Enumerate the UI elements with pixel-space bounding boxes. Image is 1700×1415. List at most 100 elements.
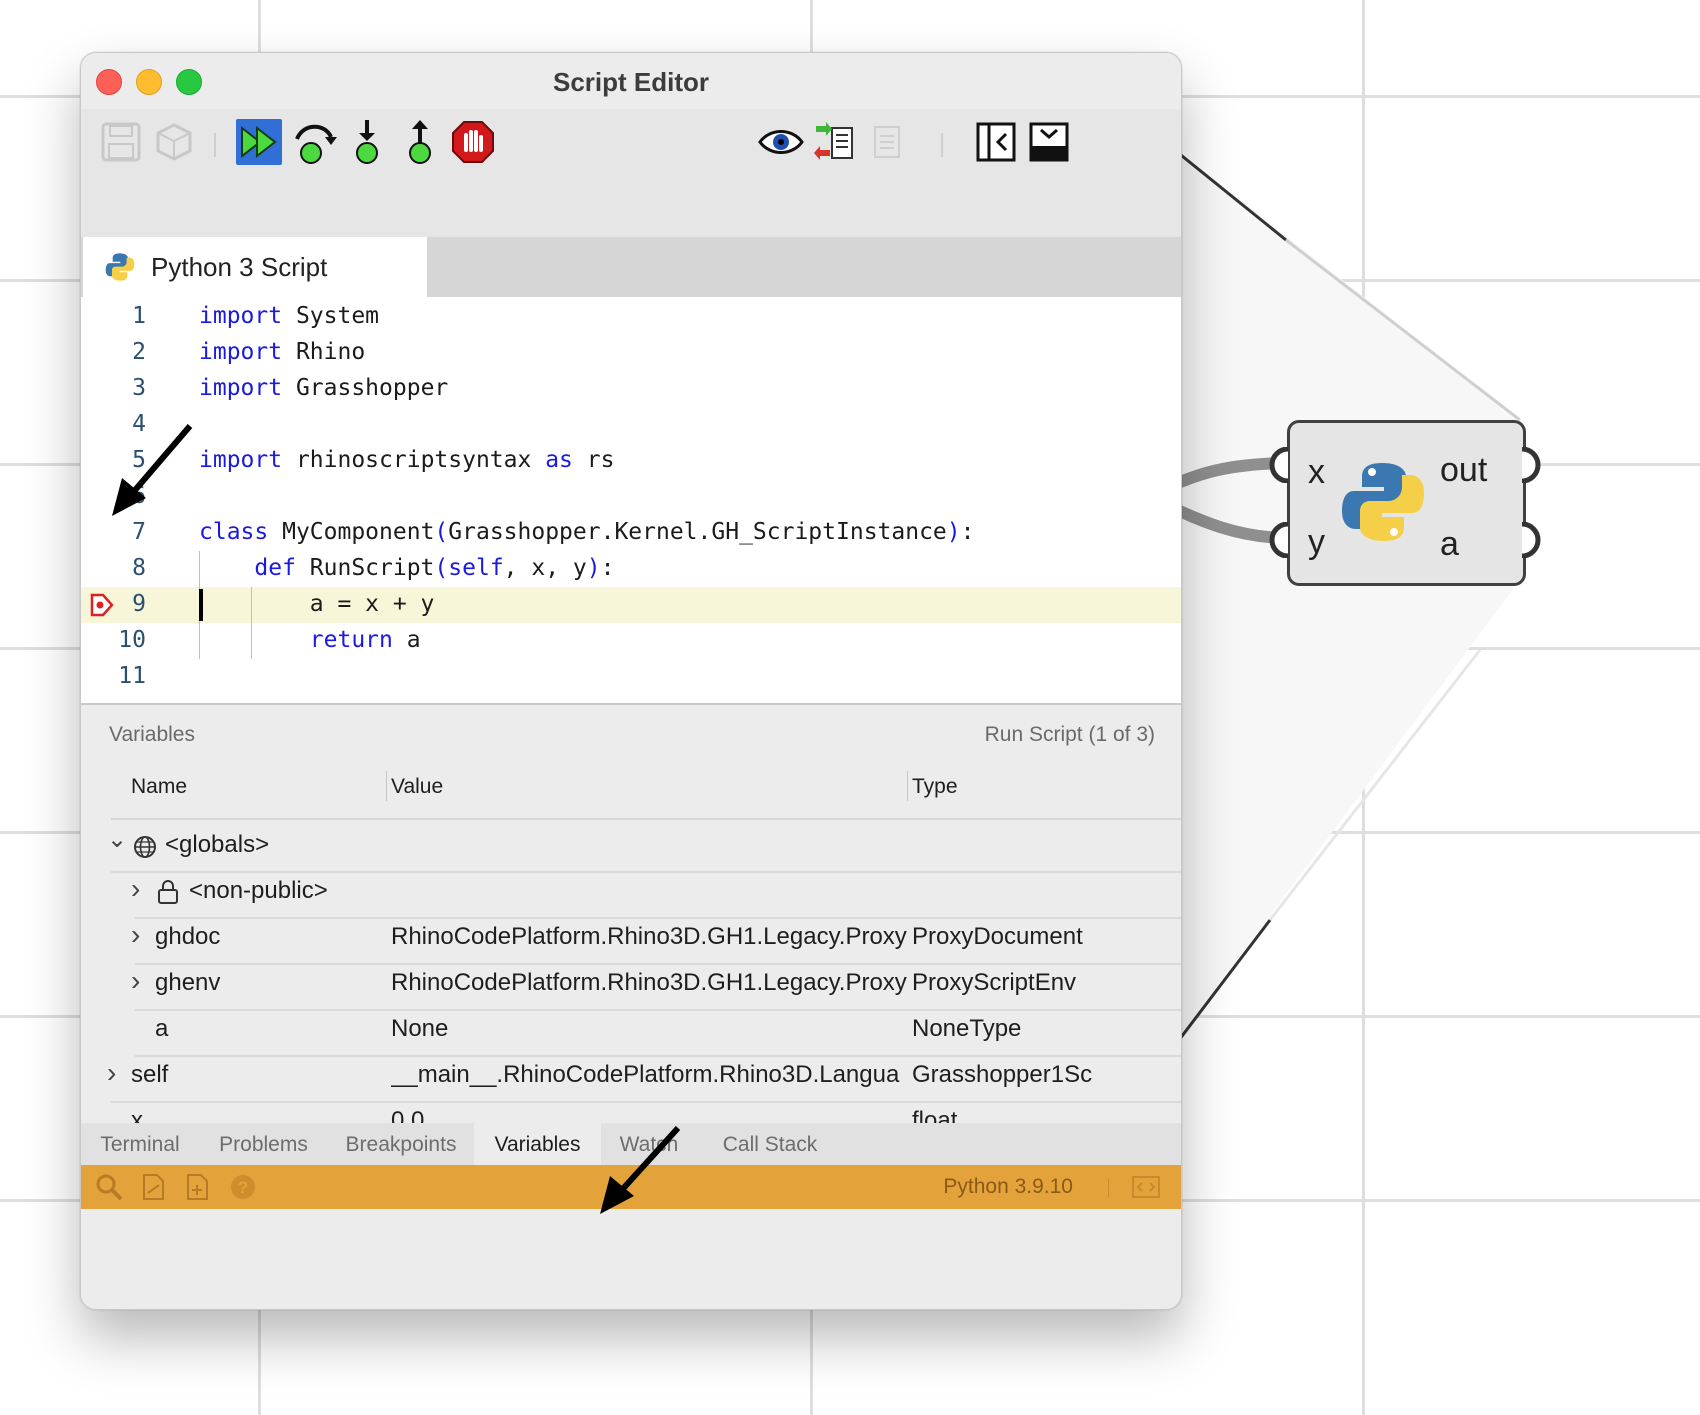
chevron-right-icon[interactable]: › <box>131 873 140 905</box>
line-number[interactable]: 1 <box>81 303 146 329</box>
code-keyword: import <box>199 447 283 473</box>
line-number[interactable]: 5 <box>81 447 146 473</box>
chevron-down-icon[interactable]: ⌄ <box>107 825 127 854</box>
variable-row[interactable]: › ghenv RhinoCodePlatform.Rhino3D.GH1.Lega… <box>81 961 1181 1011</box>
variable-row[interactable]: › <non-public> <box>81 869 1181 919</box>
tab-variables[interactable]: Variables <box>474 1123 601 1166</box>
tab-problems[interactable]: Problems <box>199 1123 328 1166</box>
code-line[interactable]: 7 class MyComponent(Grasshopper.Kernel.GH… <box>81 515 1181 551</box>
code-line[interactable]: 3 import Grasshopper <box>81 371 1181 407</box>
indent-guide <box>251 587 252 659</box>
code-view-icon[interactable] <box>1131 1173 1161 1201</box>
code-line[interactable]: 1 import System <box>81 299 1181 335</box>
code-token: Rhino <box>282 339 366 365</box>
status-bar: ? Python 3.9.10 <box>81 1165 1181 1209</box>
variable-row[interactable]: a None NoneType <box>81 1007 1181 1057</box>
help-icon[interactable]: ? <box>229 1173 257 1201</box>
input-port-x-icon[interactable] <box>1268 447 1290 483</box>
code-line[interactable]: 6 <box>81 479 1181 515</box>
compare-button[interactable] <box>809 117 859 167</box>
status-separator <box>1108 1179 1109 1197</box>
column-header-value[interactable]: Value <box>391 775 443 799</box>
variable-name: ghdoc <box>155 923 221 950</box>
line-number[interactable]: 4 <box>81 411 146 437</box>
editor-tab-bar: Python 3 Script <box>81 237 1181 297</box>
tab-call-stack[interactable]: Call Stack <box>697 1123 843 1166</box>
tab-terminal[interactable]: Terminal <box>81 1123 199 1166</box>
line-number[interactable]: 3 <box>81 375 146 401</box>
run-status: Run Script (1 of 3) <box>984 723 1155 746</box>
toggle-sidebar-button[interactable] <box>971 117 1021 167</box>
tab-watch[interactable]: Watch <box>601 1123 697 1166</box>
svg-text:?: ? <box>238 1178 248 1197</box>
continue-button[interactable] <box>236 119 282 165</box>
line-number[interactable]: 11 <box>81 663 146 689</box>
variable-row[interactable]: › self __main__.RhinoCodePlatform.Rhino3D.… <box>81 1053 1181 1103</box>
column-header-name[interactable]: Name <box>131 775 187 799</box>
code-token: Grasshopper.Kernel.GH_ScriptInstance <box>448 519 947 545</box>
bottom-panel-tabs: Terminal Problems Breakpoints Variables Watc… <box>81 1123 1181 1166</box>
code-line[interactable]: 9 a = x + y <box>81 587 1181 623</box>
code-line[interactable]: 4 <box>81 407 1181 443</box>
code-line[interactable]: 2 import Rhino <box>81 335 1181 371</box>
code-keyword: import <box>199 375 283 401</box>
input-port-y-icon[interactable] <box>1268 522 1290 558</box>
code-editor[interactable]: 1 import System 2 import Rhino 3 import Grass… <box>81 297 1181 705</box>
variable-row[interactable]: ⌄ <globals> <box>81 823 1181 873</box>
variable-row[interactable]: › ghdoc RhinoCodePlatform.Rhino3D.GH1.Lega… <box>81 915 1181 965</box>
file-tab-label: Python 3 Script <box>151 251 328 282</box>
step-out-button[interactable] <box>395 117 445 167</box>
output-port-out-icon[interactable] <box>1520 447 1542 483</box>
column-divider[interactable] <box>386 771 387 801</box>
line-number[interactable]: 7 <box>81 519 146 545</box>
add-document-icon[interactable] <box>183 1173 211 1201</box>
document-icon[interactable] <box>139 1173 167 1201</box>
input-x-label: x <box>1308 453 1325 491</box>
step-over-button[interactable] <box>289 117 339 167</box>
code-line[interactable]: 5 import rhinoscriptsyntax as rs <box>81 443 1181 479</box>
code-keyword: import <box>199 303 283 329</box>
code-keyword: ( <box>434 555 449 581</box>
code-line[interactable]: 8 def RunScript(self, x, y): <box>81 551 1181 587</box>
chevron-right-icon[interactable]: › <box>131 919 140 951</box>
save-button[interactable] <box>96 117 146 167</box>
variable-type: ProxyDocument <box>912 923 1083 950</box>
code-token: RunScript <box>295 555 435 581</box>
line-number[interactable]: 2 <box>81 339 146 365</box>
breakpoint-marker-icon[interactable] <box>89 592 115 618</box>
line-number[interactable]: 6 <box>81 483 146 509</box>
variable-name: <non-public> <box>189 877 328 904</box>
step-into-icon <box>356 120 378 164</box>
stop-button[interactable] <box>448 117 498 167</box>
preview-button[interactable] <box>756 117 806 167</box>
line-number[interactable]: 10 <box>81 627 146 653</box>
toggle-panel-icon <box>1029 122 1069 162</box>
chevron-right-icon[interactable]: › <box>131 965 140 997</box>
toggle-panel-button[interactable] <box>1024 117 1074 167</box>
line-number[interactable]: 8 <box>81 555 146 581</box>
output-port-a-icon[interactable] <box>1520 522 1542 558</box>
save-icon <box>101 122 141 162</box>
code-keyword: def <box>254 555 296 581</box>
search-icon[interactable] <box>95 1173 123 1201</box>
step-over-icon <box>295 124 337 164</box>
toolbar-separator <box>214 133 216 157</box>
python-component[interactable]: x y out a <box>1287 420 1526 586</box>
code-token: rs <box>572 447 615 473</box>
column-header-type[interactable]: Type <box>912 775 958 799</box>
code-token: rhinoscriptsyntax <box>282 447 546 473</box>
code-line[interactable]: 10 return a <box>81 623 1181 659</box>
code-line[interactable]: 11 <box>81 659 1181 695</box>
tab-breakpoints[interactable]: Breakpoints <box>328 1123 474 1166</box>
file-tab-python-script[interactable]: Python 3 Script <box>83 237 427 297</box>
template-button[interactable] <box>862 117 912 167</box>
package-button[interactable] <box>149 117 199 167</box>
title-bar[interactable]: Script Editor <box>81 53 1181 109</box>
variable-type: Grasshopper1Sc <box>912 1061 1093 1088</box>
variable-value: RhinoCodePlatform.Rhino3D.GH1.Legacy.Pro… <box>391 969 907 996</box>
step-into-button[interactable] <box>342 117 392 167</box>
chevron-right-icon[interactable]: › <box>107 1057 116 1089</box>
column-divider[interactable] <box>907 771 908 801</box>
runtime-version[interactable]: Python 3.9.10 <box>943 1175 1073 1199</box>
